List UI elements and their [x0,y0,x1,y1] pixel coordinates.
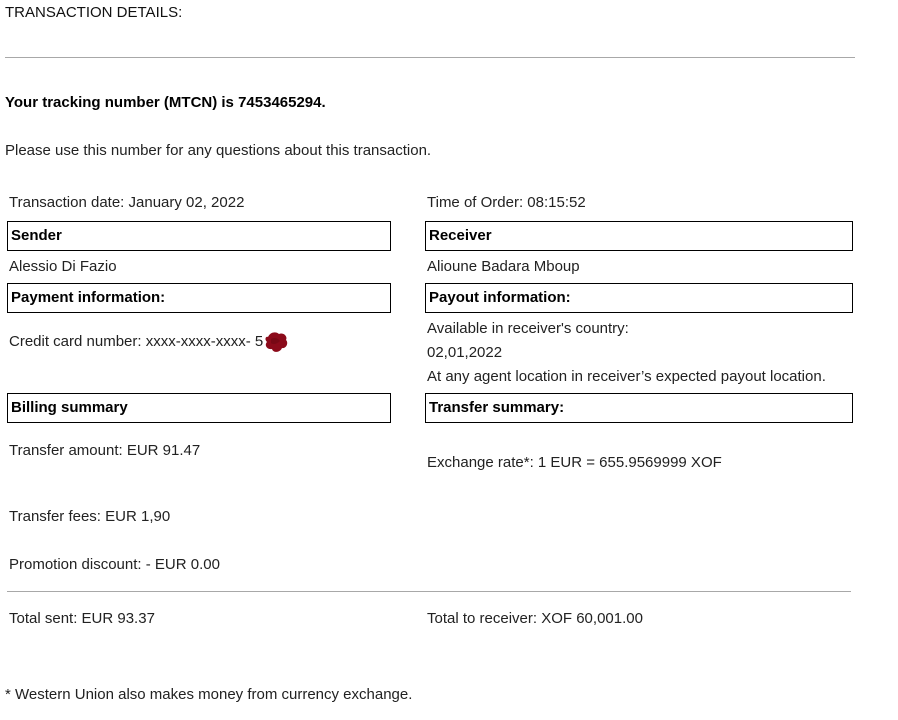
payout-information-heading: Payout information: [425,283,853,313]
credit-card-number: Credit card number: xxxx-xxxx-xxxx- 5 [9,331,288,353]
receiver-name: Alioune Badara Mboup [427,258,580,275]
transfer-fees: Transfer fees: EUR 1,90 [9,508,171,525]
transfer-summary-heading: Transfer summary: [425,393,853,423]
header-divider [5,57,855,58]
exchange-rate: Exchange rate*: 1 EUR = 655.9569999 XOF [427,454,722,471]
exchange-footnote: * Western Union also makes money from cu… [5,686,413,703]
payout-location: At any agent location in receiver’s expe… [427,368,826,385]
payout-availability-label: Available in receiver's country: [427,320,629,337]
sender-name: Alessio Di Fazio [9,258,117,275]
credit-card-number-text: Credit card number: xxxx-xxxx-xxxx- 5 [9,332,264,350]
promotion-discount: Promotion discount: - EUR 0.00 [9,556,220,573]
payment-information-heading: Payment information: [7,283,391,313]
time-of-order: Time of Order: 08:15:52 [427,194,586,211]
transaction-date: Transaction date: January 02, 2022 [9,194,245,211]
payout-availability-date: 02,01,2022 [427,344,503,361]
total-sent: Total sent: EUR 93.37 [9,610,155,627]
tracking-notice: Please use this number for any questions… [5,142,432,159]
transfer-amount: Transfer amount: EUR 91.47 [9,442,201,459]
page-title: TRANSACTION DETAILS: [5,4,183,21]
billing-summary-heading: Billing summary [7,393,391,423]
tracking-number-text: Your tracking number (MTCN) is 745346529… [5,94,326,111]
totals-divider [7,591,851,592]
sender-heading: Sender [7,221,391,251]
total-to-receiver: Total to receiver: XOF 60,001.00 [427,610,643,627]
receiver-heading: Receiver [425,221,853,251]
redaction-scribble-icon [265,332,288,352]
